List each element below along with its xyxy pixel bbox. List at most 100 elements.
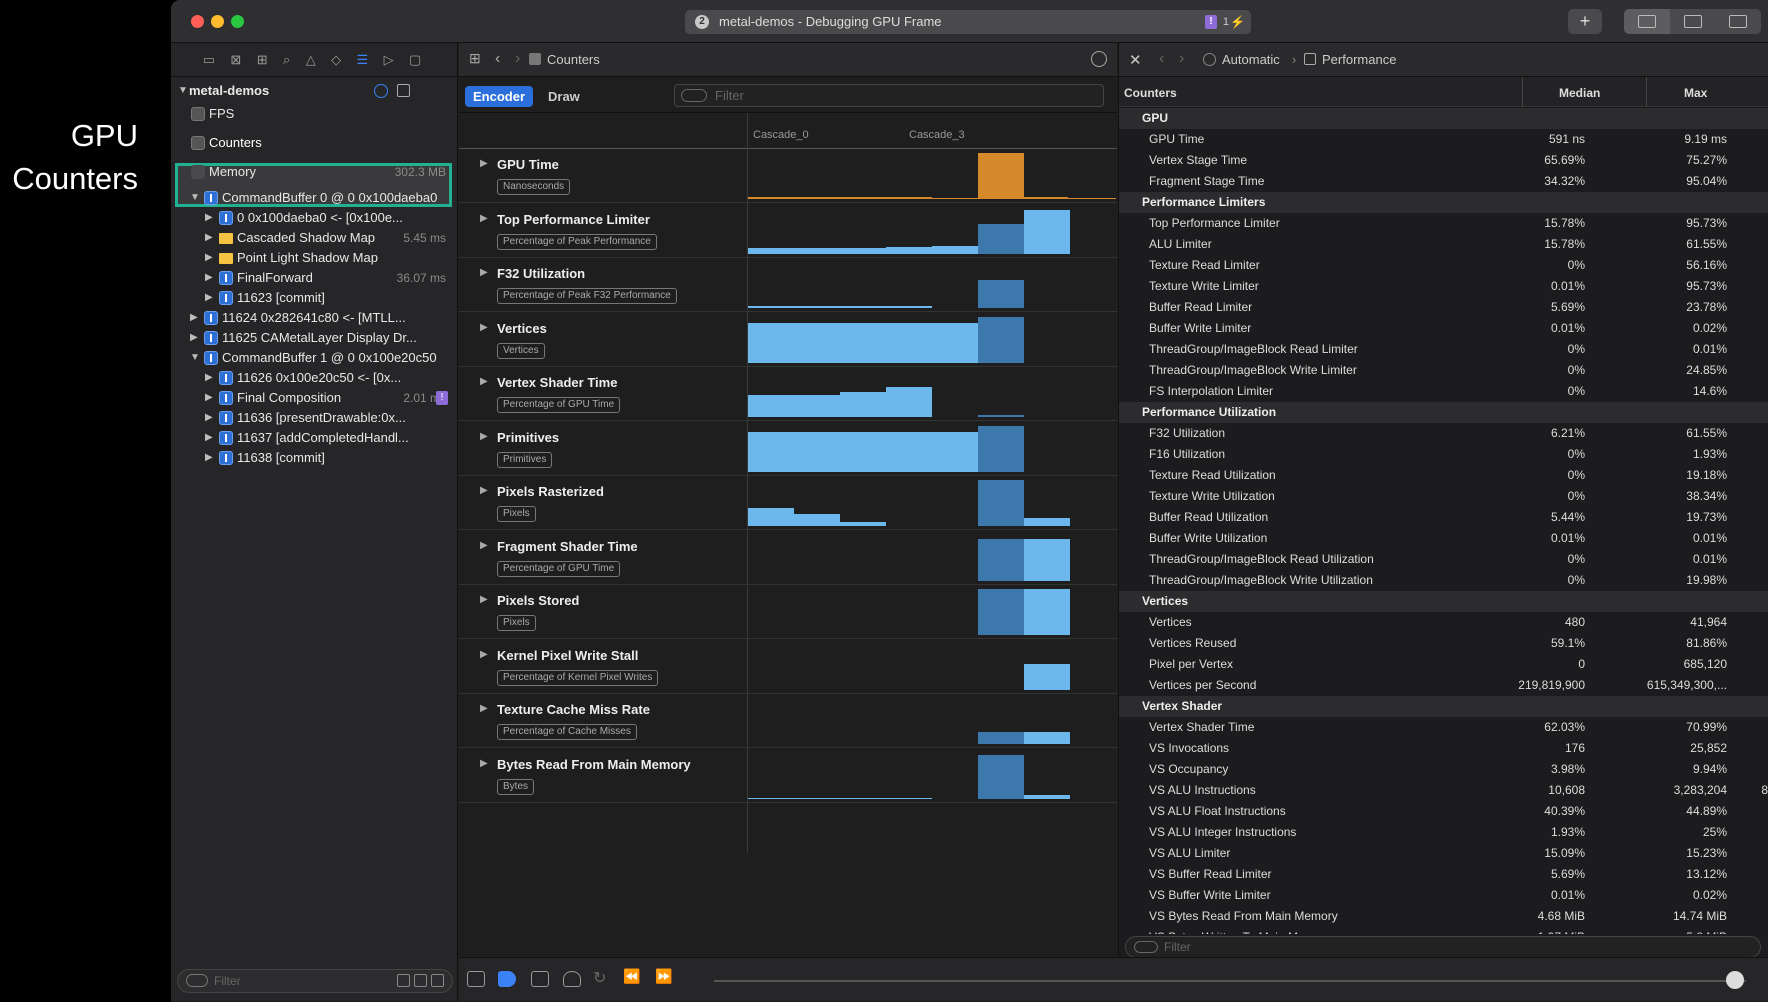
nav-item[interactable]: ▶ 11626 0x100e20c50 <- [0x...	[171, 367, 458, 389]
disclosure-closed-icon[interactable]: ▶	[480, 267, 488, 278]
counter-row[interactable]: ▶ Pixels Rasterized Pixels	[459, 476, 1117, 530]
step-back-icon[interactable]: ⏪	[623, 968, 640, 985]
scrubber-track[interactable]	[714, 980, 1746, 982]
header-max[interactable]: Max	[1684, 86, 1707, 100]
counter-row[interactable]: ▶ Fragment Shader Time Percentage of GPU T…	[459, 531, 1117, 585]
minimize-window-button[interactable]	[211, 15, 224, 28]
counter-value-row[interactable]: GPU Time 591 ns 9.19 ms	[1119, 129, 1768, 150]
nav-item[interactable]: ▶ Point Light Shadow Map	[171, 247, 458, 269]
nav-item[interactable]: ▶ 11637 [addCompletedHandl...	[171, 427, 458, 449]
disclosure-closed-icon[interactable]: ▶	[205, 267, 213, 289]
disclosure-closed-icon[interactable]: ▶	[480, 322, 488, 333]
counter-value-row[interactable]: Pixel per Vertex 0 685,120	[1119, 654, 1768, 675]
reload-icon[interactable]: ↻	[593, 968, 606, 988]
counter-row[interactable]: ▶ GPU Time Nanoseconds	[459, 149, 1117, 203]
flag-icon[interactable]	[431, 974, 444, 987]
counter-value-row[interactable]: Buffer Read Utilization 5.44% 19.73%	[1119, 507, 1768, 528]
disclosure-closed-icon[interactable]: ▶	[480, 649, 488, 660]
activity-view[interactable]: 2 metal-demos - Debugging GPU Frame ! 1 …	[685, 10, 1251, 34]
breadcrumb[interactable]: Counters	[547, 52, 600, 67]
counter-value-row[interactable]: F16 Utilization 0% 1.93%	[1119, 444, 1768, 465]
disclosure-closed-icon[interactable]: ▶	[480, 158, 488, 169]
disclosure-closed-icon[interactable]: ▶	[205, 447, 213, 469]
section-header[interactable]: Vertex Shader	[1119, 696, 1768, 717]
counter-value-row[interactable]: Texture Write Limiter 0.01% 95.73%	[1119, 276, 1768, 297]
recent-icon[interactable]	[397, 974, 410, 987]
counter-value-row[interactable]: Buffer Read Limiter 5.69% 23.78%	[1119, 297, 1768, 318]
disclosure-open-icon[interactable]: ▼	[190, 187, 200, 209]
counter-value-row[interactable]: F32 Utilization 6.21% 61.55%	[1119, 423, 1768, 444]
nav-item[interactable]: ▶ FinalForward 36.07 ms	[171, 267, 458, 289]
counter-value-row[interactable]: VS Bytes Read From Main Memory 4.68 MiB 14…	[1119, 906, 1768, 927]
gauge-icon[interactable]	[374, 84, 388, 98]
disclosure-closed-icon[interactable]: ▶	[190, 307, 198, 329]
toggle-navigator-button[interactable]	[1624, 9, 1670, 34]
capture-gpu-icon[interactable]	[563, 971, 581, 987]
warning-icon[interactable]: !	[436, 391, 448, 405]
nav-item[interactable]: ▶ Final Composition 2.01 ms!	[171, 387, 458, 409]
warning-icon[interactable]: !	[1205, 15, 1217, 29]
counter-value-row[interactable]: VS ALU Instructions 10,608 3,283,204 8	[1119, 780, 1768, 801]
counter-value-row[interactable]: FS Interpolation Limiter 0% 14.6%	[1119, 381, 1768, 402]
disclosure-closed-icon[interactable]: ▶	[480, 703, 488, 714]
counter-value-row[interactable]: Vertices 480 41,964	[1119, 612, 1768, 633]
tab-draw[interactable]: Draw	[540, 86, 588, 107]
nav-item[interactable]: ▶ Cascaded Shadow Map 5.45 ms	[171, 227, 458, 249]
disclosure-closed-icon[interactable]: ▶	[480, 540, 488, 551]
section-header[interactable]: Vertices	[1119, 591, 1768, 612]
toggle-debug-area-button[interactable]	[1670, 9, 1716, 34]
close-window-button[interactable]	[191, 15, 204, 28]
counter-value-row[interactable]: VS Buffer Read Limiter 5.69% 13.12%	[1119, 864, 1768, 885]
nav-item[interactable]: ▶ 11636 [presentDrawable:0x...	[171, 407, 458, 429]
breakpoint-icon[interactable]: ▷	[384, 52, 394, 68]
back-icon[interactable]: ‹	[1159, 50, 1164, 68]
counter-value-row[interactable]: Texture Write Utilization 0% 38.34%	[1119, 486, 1768, 507]
disclosure-closed-icon[interactable]: ▶	[480, 431, 488, 442]
section-header[interactable]: GPU	[1119, 108, 1768, 129]
nav-item[interactable]: ▶ 11623 [commit]	[171, 287, 458, 309]
counter-value-row[interactable]: Vertex Shader Time 62.03% 70.99%	[1119, 717, 1768, 738]
source-control-icon[interactable]: ⊠	[230, 52, 241, 68]
add-button[interactable]: +	[1568, 9, 1602, 34]
counter-row[interactable]: ▶ Vertices Vertices	[459, 313, 1117, 367]
counter-value-row[interactable]: VS Invocations 176 25,852	[1119, 738, 1768, 759]
runtime-issue-icon[interactable]: ⚡	[1230, 10, 1245, 34]
counter-row[interactable]: ▶ Top Performance Limiter Percentage of Pe…	[459, 204, 1117, 258]
stop-icon[interactable]	[531, 971, 549, 987]
zoom-window-button[interactable]	[231, 15, 244, 28]
counter-value-row[interactable]: VS ALU Integer Instructions 1.93% 25%	[1119, 822, 1768, 843]
counter-row[interactable]: ▶ Pixels Stored Pixels	[459, 585, 1117, 639]
counter-value-row[interactable]: VS Bytes Written To Main Memory 1.97 MiB 5…	[1119, 927, 1768, 934]
forward-icon[interactable]: ›	[515, 50, 520, 68]
breadcrumb-performance[interactable]: Performance	[1322, 52, 1396, 67]
nav-item[interactable]: Counters	[171, 132, 458, 154]
grid-icon[interactable]: ⊞	[469, 50, 481, 67]
section-header[interactable]: Performance Utilization	[1119, 402, 1768, 423]
hierarchy-icon[interactable]: ⊞	[257, 52, 268, 68]
counter-value-row[interactable]: Vertex Stage Time 65.69% 75.27%	[1119, 150, 1768, 171]
disclosure-closed-icon[interactable]: ▶	[205, 407, 213, 429]
nav-item[interactable]: Memory 302.3 MB	[171, 161, 458, 183]
disclosure-open-icon[interactable]: ▼	[178, 80, 188, 102]
section-header[interactable]: Performance Limiters	[1119, 192, 1768, 213]
tab-encoder[interactable]: Encoder	[465, 86, 534, 107]
issues-only-icon[interactable]	[414, 974, 427, 987]
counter-value-row[interactable]: Buffer Write Utilization 0.01% 0.01%	[1119, 528, 1768, 549]
disclosure-closed-icon[interactable]: ▶	[205, 287, 213, 309]
report-icon[interactable]: ▢	[409, 52, 421, 68]
counter-row[interactable]: ▶ Kernel Pixel Write Stall Percentage of K…	[459, 640, 1117, 694]
counter-row[interactable]: ▶ Texture Cache Miss Rate Percentage of Ca…	[459, 694, 1117, 748]
detail-filter[interactable]: Filter	[1125, 936, 1761, 958]
hide-debug-area-icon[interactable]	[467, 971, 485, 987]
back-icon[interactable]: ‹	[495, 50, 500, 68]
counter-value-row[interactable]: Texture Read Utilization 0% 19.18%	[1119, 465, 1768, 486]
disclosure-closed-icon[interactable]: ▶	[205, 427, 213, 449]
counter-value-row[interactable]: ThreadGroup/ImageBlock Write Utilization…	[1119, 570, 1768, 591]
counter-value-row[interactable]: ThreadGroup/ImageBlock Read Limiter 0% 0.0…	[1119, 339, 1768, 360]
counter-value-row[interactable]: VS Occupancy 3.98% 9.94%	[1119, 759, 1768, 780]
counter-value-row[interactable]: ThreadGroup/ImageBlock Write Limiter 0% 24…	[1119, 360, 1768, 381]
forward-icon[interactable]: ›	[1179, 50, 1184, 68]
list-icon[interactable]	[397, 84, 410, 97]
counter-value-row[interactable]: Top Performance Limiter 15.78% 95.73%	[1119, 213, 1768, 234]
close-icon[interactable]: ✕	[1129, 51, 1142, 69]
